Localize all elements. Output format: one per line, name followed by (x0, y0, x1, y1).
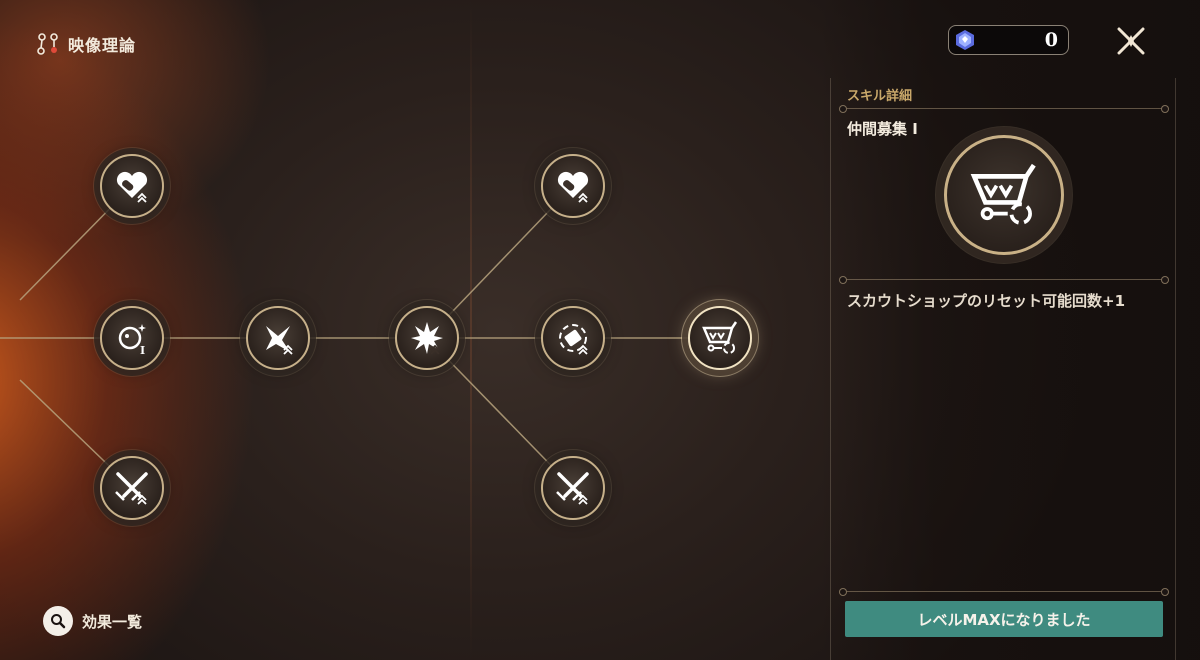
divider (839, 276, 1169, 284)
svg-text:I: I (140, 344, 145, 357)
skill-node-explosion[interactable] (395, 306, 459, 370)
heart-tag-icon (116, 171, 148, 203)
explosion-icon (411, 322, 443, 355)
battery-icon (559, 324, 588, 355)
skill-node-crossed-swords[interactable] (100, 456, 164, 520)
crossed-swords-icon (556, 472, 589, 505)
heart-tag-icon (557, 171, 589, 203)
close-icon[interactable] (1115, 25, 1147, 57)
level-max-button[interactable]: レベルMAXになりました (845, 601, 1163, 637)
panel-heading: スキル詳細 (847, 89, 913, 104)
effects-list-label: 効果一覧 (82, 612, 143, 631)
crossed-swords-icon (115, 472, 148, 505)
effects-list-button[interactable]: 効果一覧 (43, 606, 142, 636)
currency-counter: 0 (948, 25, 1069, 55)
search-icon (43, 606, 73, 636)
divider (839, 588, 1169, 596)
skill-node-mascot[interactable]: I (100, 306, 164, 370)
shopping-cart-refresh-icon (702, 321, 738, 354)
skill-description: スカウトショップのリセット可能回数+1 (847, 292, 1126, 310)
skill-node-attack-up[interactable] (246, 306, 310, 370)
currency-value: 0 (1044, 29, 1058, 51)
skill-node-affection-up[interactable] (100, 154, 164, 218)
skill-node-affection-up-2[interactable] (541, 154, 605, 218)
skill-icon-large (944, 135, 1064, 255)
skill-detail-panel: スキル詳細 仲間募集 I スカウトショップのリセット可能回数+1 レベルMAXに… (830, 78, 1176, 660)
shopping-cart-refresh-icon (970, 163, 1036, 225)
skill-name: 仲間募集 I (847, 120, 918, 138)
creature-icon: I (118, 324, 146, 357)
skill-node-battery[interactable] (541, 306, 605, 370)
skill-node-recruit[interactable] (688, 306, 752, 370)
burst-arrow-icon (266, 326, 293, 355)
divider (839, 105, 1169, 113)
gem-icon (956, 30, 974, 50)
skill-node-crossed-swords-2[interactable] (541, 456, 605, 520)
